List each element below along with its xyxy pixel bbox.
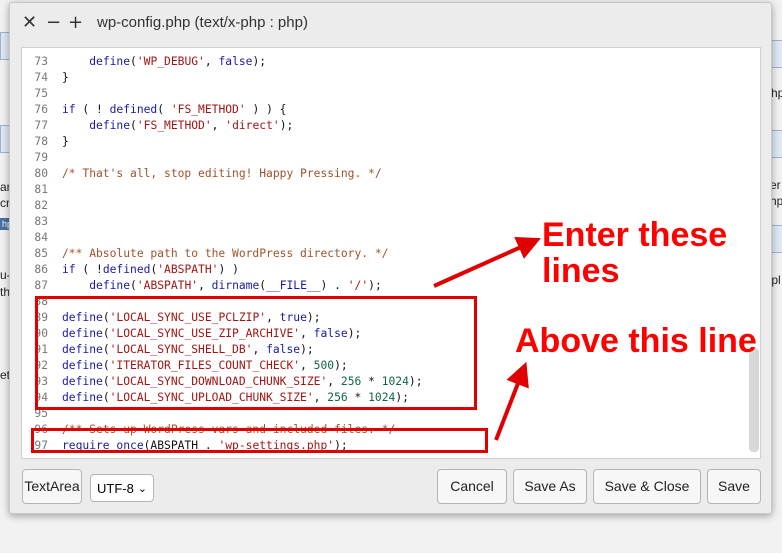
- annotation-arrows: [433, 236, 541, 441]
- arrow-to-above-line: [494, 361, 529, 441]
- arrow-to-enter-lines: [433, 236, 541, 288]
